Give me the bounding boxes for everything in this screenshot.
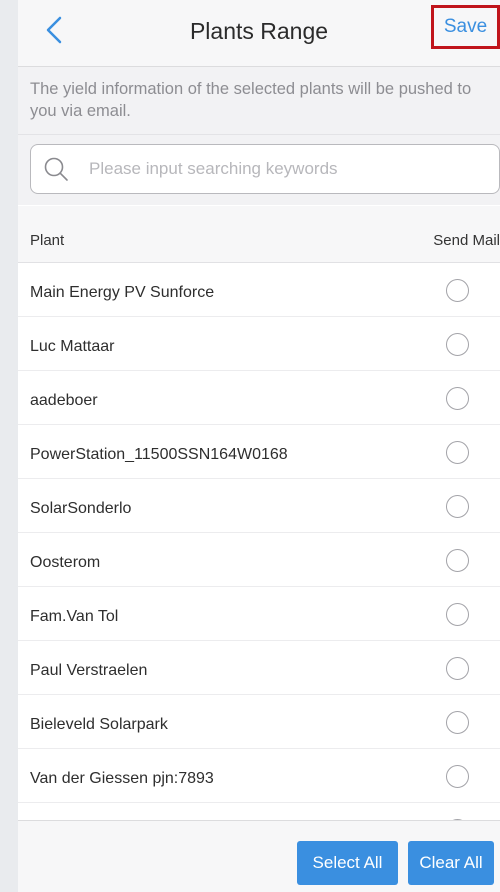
app-screen: Plants Range Save The yield information …	[18, 0, 500, 892]
select-all-button[interactable]: Select All	[297, 841, 398, 885]
plant-name: Oosterom	[30, 554, 101, 571]
clear-all-button[interactable]: Clear All	[408, 841, 494, 885]
plant-row[interactable]: Luc Mattaar	[18, 317, 500, 371]
search-icon	[43, 156, 69, 182]
plant-name: Van der Giessen pjn:7893	[30, 770, 214, 787]
send-mail-radio[interactable]	[446, 333, 469, 356]
save-button[interactable]: Save	[431, 5, 500, 49]
plant-name: SolarSonderlo	[30, 500, 132, 517]
plant-row[interactable]: aadeboer	[18, 371, 500, 425]
plant-row[interactable]: SolarSonderlo	[18, 479, 500, 533]
plant-name: Bieleveld Solarpark	[30, 716, 168, 733]
plant-row[interactable]: Van der Giessen pjn:7893	[18, 749, 500, 803]
plant-name: PowerStation_11500SSN164W0168	[30, 446, 288, 463]
list-header: Plant Send Mail	[18, 206, 500, 263]
plant-name: Luc Mattaar	[30, 338, 115, 355]
send-mail-radio[interactable]	[446, 603, 469, 626]
search-box[interactable]	[30, 144, 500, 194]
plant-name: Fam.Van Tol	[30, 608, 119, 625]
navigation-bar: Plants Range Save	[18, 0, 500, 67]
page-title: Plants Range	[189, 18, 329, 44]
send-mail-radio[interactable]	[446, 495, 469, 518]
plant-name: aadeboer	[30, 392, 98, 409]
plant-name: Paul Verstraelen	[30, 662, 148, 679]
plant-row[interactable]: PowerStation_11500SSN164W0168	[18, 425, 500, 479]
plant-row[interactable]: Oosterom	[18, 533, 500, 587]
send-mail-radio[interactable]	[446, 387, 469, 410]
plant-row[interactable]: Main Energy PV Sunforce	[18, 263, 500, 317]
plant-list[interactable]: Main Energy PV Sunforce Luc Mattaar aade…	[18, 263, 500, 820]
send-mail-radio[interactable]	[446, 441, 469, 464]
search-input[interactable]	[89, 146, 489, 192]
email-notice-text: The yield information of the selected pl…	[18, 67, 500, 135]
send-mail-radio[interactable]	[446, 765, 469, 788]
send-mail-radio[interactable]	[446, 711, 469, 734]
plant-row[interactable]: wezep	[18, 803, 500, 820]
plant-name: Main Energy PV Sunforce	[30, 284, 215, 301]
plant-column-header: Plant	[30, 232, 65, 249]
search-bar	[18, 135, 500, 205]
plant-row[interactable]: Fam.Van Tol	[18, 587, 500, 641]
send-mail-column-header: Send Mail	[433, 232, 500, 249]
plant-row[interactable]: Paul Verstraelen	[18, 641, 500, 695]
send-mail-radio[interactable]	[446, 279, 469, 302]
send-mail-radio[interactable]	[446, 549, 469, 572]
send-mail-radio[interactable]	[446, 657, 469, 680]
bottom-toolbar: Select All Clear All	[18, 820, 500, 892]
plant-row[interactable]: Bieleveld Solarpark	[18, 695, 500, 749]
